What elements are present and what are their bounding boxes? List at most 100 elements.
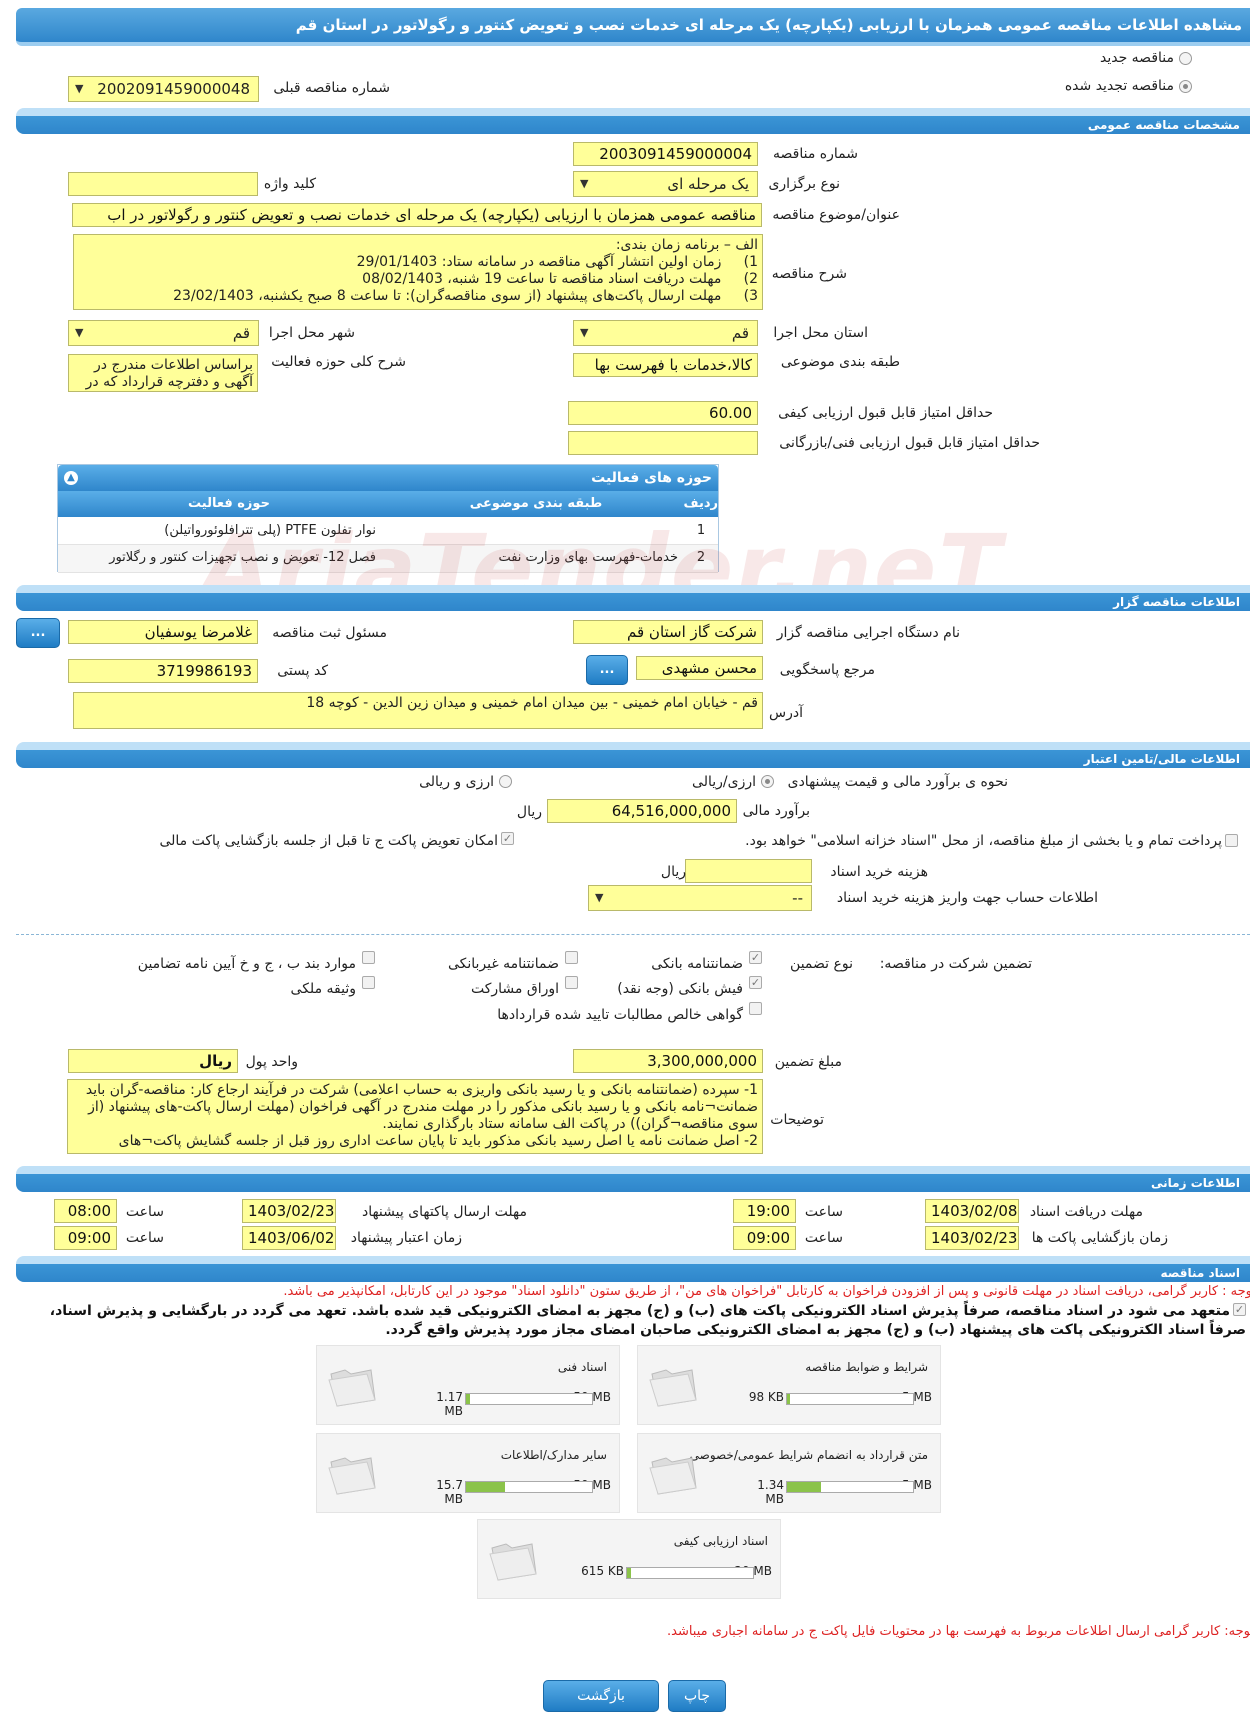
reference-label: مرجع پاسخگویی	[779, 662, 875, 678]
keyword-field[interactable]	[68, 172, 258, 196]
file-usage-bar	[465, 1481, 593, 1493]
city-select[interactable]: قم ▼	[68, 320, 259, 346]
folder-icon	[649, 1369, 697, 1407]
file-name: اسناد ارزیابی کیفی	[673, 1534, 768, 1548]
validity-time-label: ساعت	[125, 1230, 164, 1246]
new-tender-radio[interactable]	[1179, 52, 1192, 65]
commit-checkbox[interactable]: ✓	[1233, 1303, 1246, 1316]
guarantee-amount-label: مبلغ تضمین	[774, 1054, 842, 1070]
address-field[interactable]: قم - خیابان امام خمینی - بین میدان امام …	[73, 692, 763, 729]
file-name: متن قرارداد به انضمام شرایط عمومی/خصوصی	[689, 1448, 928, 1462]
notes-field[interactable]: 1- سپرده (ضمانتنامه بانکی و یا رسید بانک…	[67, 1079, 763, 1154]
swap-label: امکان تعویض پاکت ج تا قبل از جلسه بازگشا…	[159, 833, 498, 849]
type-label: نوع برگزاری	[768, 176, 840, 192]
section-general: مشخصات مناقصه عمومی	[16, 108, 1250, 134]
guarantee-rules-label: موارد بند ب ، ج و خ آیین نامه تضامین	[137, 956, 356, 972]
description-field[interactable]: الف – برنامه زمان بندی: 1) زمان اولین ان…	[73, 234, 763, 310]
file-usage-bar	[465, 1393, 593, 1405]
activities-title: حوزه های فعالیت	[591, 470, 712, 486]
reference-more-button[interactable]: ...	[586, 655, 628, 685]
prev-number-value: 2002091459000048	[97, 80, 250, 98]
file-name: سایر مدارک/اطلاعات	[500, 1448, 607, 1462]
doc-cost-label: هزینه خرید اسناد	[830, 864, 928, 880]
submit-deadline-field[interactable]: 1403/02/23	[242, 1199, 336, 1223]
guarantee-nonbank-checkbox[interactable]	[565, 951, 578, 964]
doc-time-field[interactable]: 19:00	[733, 1199, 796, 1223]
collapse-icon[interactable]: ▲	[64, 471, 78, 485]
section-documents: اسناد مناقصه	[16, 1256, 1250, 1282]
treasury-checkbox[interactable]	[1225, 834, 1238, 847]
prev-number-select[interactable]: 2002091459000048 ▼	[68, 76, 259, 102]
account-select[interactable]: -- ▼	[588, 885, 812, 911]
responsible-more-button[interactable]: ...	[16, 618, 60, 648]
method-opt1-label: ارزی/ریالی	[692, 774, 756, 790]
province-label: استان محل اجرا	[773, 325, 868, 341]
city-value: قم	[232, 324, 250, 342]
min-tech-field[interactable]	[568, 431, 758, 455]
subject-field[interactable]: مناقصه عمومی همزمان با ارزیابی (یکپارچه)…	[72, 203, 762, 227]
guarantee-rules-checkbox[interactable]	[362, 951, 375, 964]
guarantee-bank-label: ضمانتنامه بانکی	[651, 956, 743, 972]
method-opt1-radio[interactable]	[761, 775, 774, 788]
tender-number-field[interactable]: 2003091459000004	[573, 142, 758, 166]
col-row: ردیف	[684, 496, 718, 511]
min-quality-field[interactable]: 60.00	[568, 401, 758, 425]
doc-cost-field[interactable]	[685, 859, 812, 883]
section-organizer: اطلاعات مناقصه گزار	[16, 585, 1250, 611]
folder-icon	[328, 1457, 376, 1495]
province-select[interactable]: قم ▼	[573, 320, 758, 346]
new-tender-label: مناقصه جدید	[1099, 50, 1174, 66]
organizer-field[interactable]: شرکت گاز استان قم	[573, 620, 763, 644]
folder-icon	[489, 1543, 537, 1581]
open-field[interactable]: 1403/02/23	[925, 1226, 1019, 1250]
print-button[interactable]: چاپ	[668, 1680, 726, 1712]
doc-time-label: ساعت	[804, 1204, 843, 1220]
guarantee-property-label: وثیقه ملکی	[290, 981, 356, 997]
estimate-field[interactable]: 64,516,000,000	[547, 799, 737, 823]
method-opt2-radio[interactable]	[499, 775, 512, 788]
guarantee-cash-checkbox[interactable]: ✓	[749, 976, 762, 989]
renewed-tender-radio[interactable]	[1179, 80, 1192, 93]
prev-number-label: شماره مناقصه قبلی	[273, 80, 390, 96]
validity-time-field[interactable]: 09:00	[54, 1226, 117, 1250]
back-button[interactable]: بازگشت	[543, 1680, 659, 1712]
responsible-field[interactable]: غلامرضا یوسفیان	[68, 620, 258, 644]
file-box[interactable]: سایر مدارک/اطلاعات 50 MB 15.7 MB	[316, 1433, 620, 1513]
swap-checkbox[interactable]: ✓	[501, 832, 514, 845]
file-box[interactable]: اسناد فنی 50 MB 1.17 MB	[316, 1345, 620, 1425]
organizer-label: نام دستگاه اجرایی مناقصه گزار	[776, 625, 960, 641]
validity-field[interactable]: 1403/06/02	[242, 1226, 336, 1250]
file-used-size: 15.7 MB	[436, 1478, 463, 1506]
submit-time-label: ساعت	[125, 1204, 164, 1220]
chevron-down-icon: ▼	[580, 326, 589, 339]
file-box[interactable]: شرایط و ضوابط مناقصه 5 MB 98 KB	[637, 1345, 941, 1425]
city-label: شهر محل اجرا	[268, 325, 355, 341]
docs-note-2: توجه: کاربر گرامی ارسال اطلاعات مربوط به…	[667, 1624, 1250, 1639]
postal-field[interactable]: 3719986193	[68, 659, 258, 683]
guarantee-claims-checkbox[interactable]	[749, 1002, 762, 1015]
doc-deadline-field[interactable]: 1403/02/08	[925, 1199, 1019, 1223]
file-name: شرایط و ضوابط مناقصه	[805, 1360, 928, 1374]
estimate-label: برآورد مالی	[742, 803, 810, 819]
open-time-field[interactable]: 09:00	[733, 1226, 796, 1250]
reference-field[interactable]: محسن مشهدی	[636, 656, 763, 680]
file-usage-bar	[626, 1567, 754, 1579]
method-label: نحوه ی برآورد مالی و قیمت پیشنهادی	[787, 774, 1008, 790]
guarantee-property-checkbox[interactable]	[362, 976, 375, 989]
chevron-down-icon: ▼	[75, 326, 84, 339]
activities-table-header: ردیف طبقه بندی موضوعی حوزه فعالیت	[58, 491, 718, 517]
submit-time-field[interactable]: 08:00	[54, 1199, 117, 1223]
guarantee-amount-field[interactable]: 3,300,000,000	[573, 1049, 763, 1073]
type-select[interactable]: یک مرحله ای ▼	[573, 171, 758, 197]
folder-icon	[328, 1369, 376, 1407]
section-timing: اطلاعات زمانی	[16, 1166, 1250, 1192]
account-label: اطلاعات حساب جهت واریز هزینه خرید اسناد	[836, 890, 1098, 906]
category-field[interactable]: کالا،خدمات با فهرست بها	[573, 353, 758, 377]
file-box[interactable]: اسناد ارزیابی کیفی 20 MB 615 KB	[477, 1519, 781, 1599]
guarantee-bank-checkbox[interactable]: ✓	[749, 951, 762, 964]
guarantee-bonds-checkbox[interactable]	[565, 976, 578, 989]
currency-field[interactable]: ریال	[68, 1049, 238, 1073]
file-box[interactable]: متن قرارداد به انضمام شرایط عمومی/خصوصی …	[637, 1433, 941, 1513]
scope-field[interactable]: براساس اطلاعات مندرج در آگهی و دفترچه قر…	[68, 354, 258, 392]
doc-deadline-label: مهلت دریافت اسناد	[1029, 1204, 1143, 1220]
